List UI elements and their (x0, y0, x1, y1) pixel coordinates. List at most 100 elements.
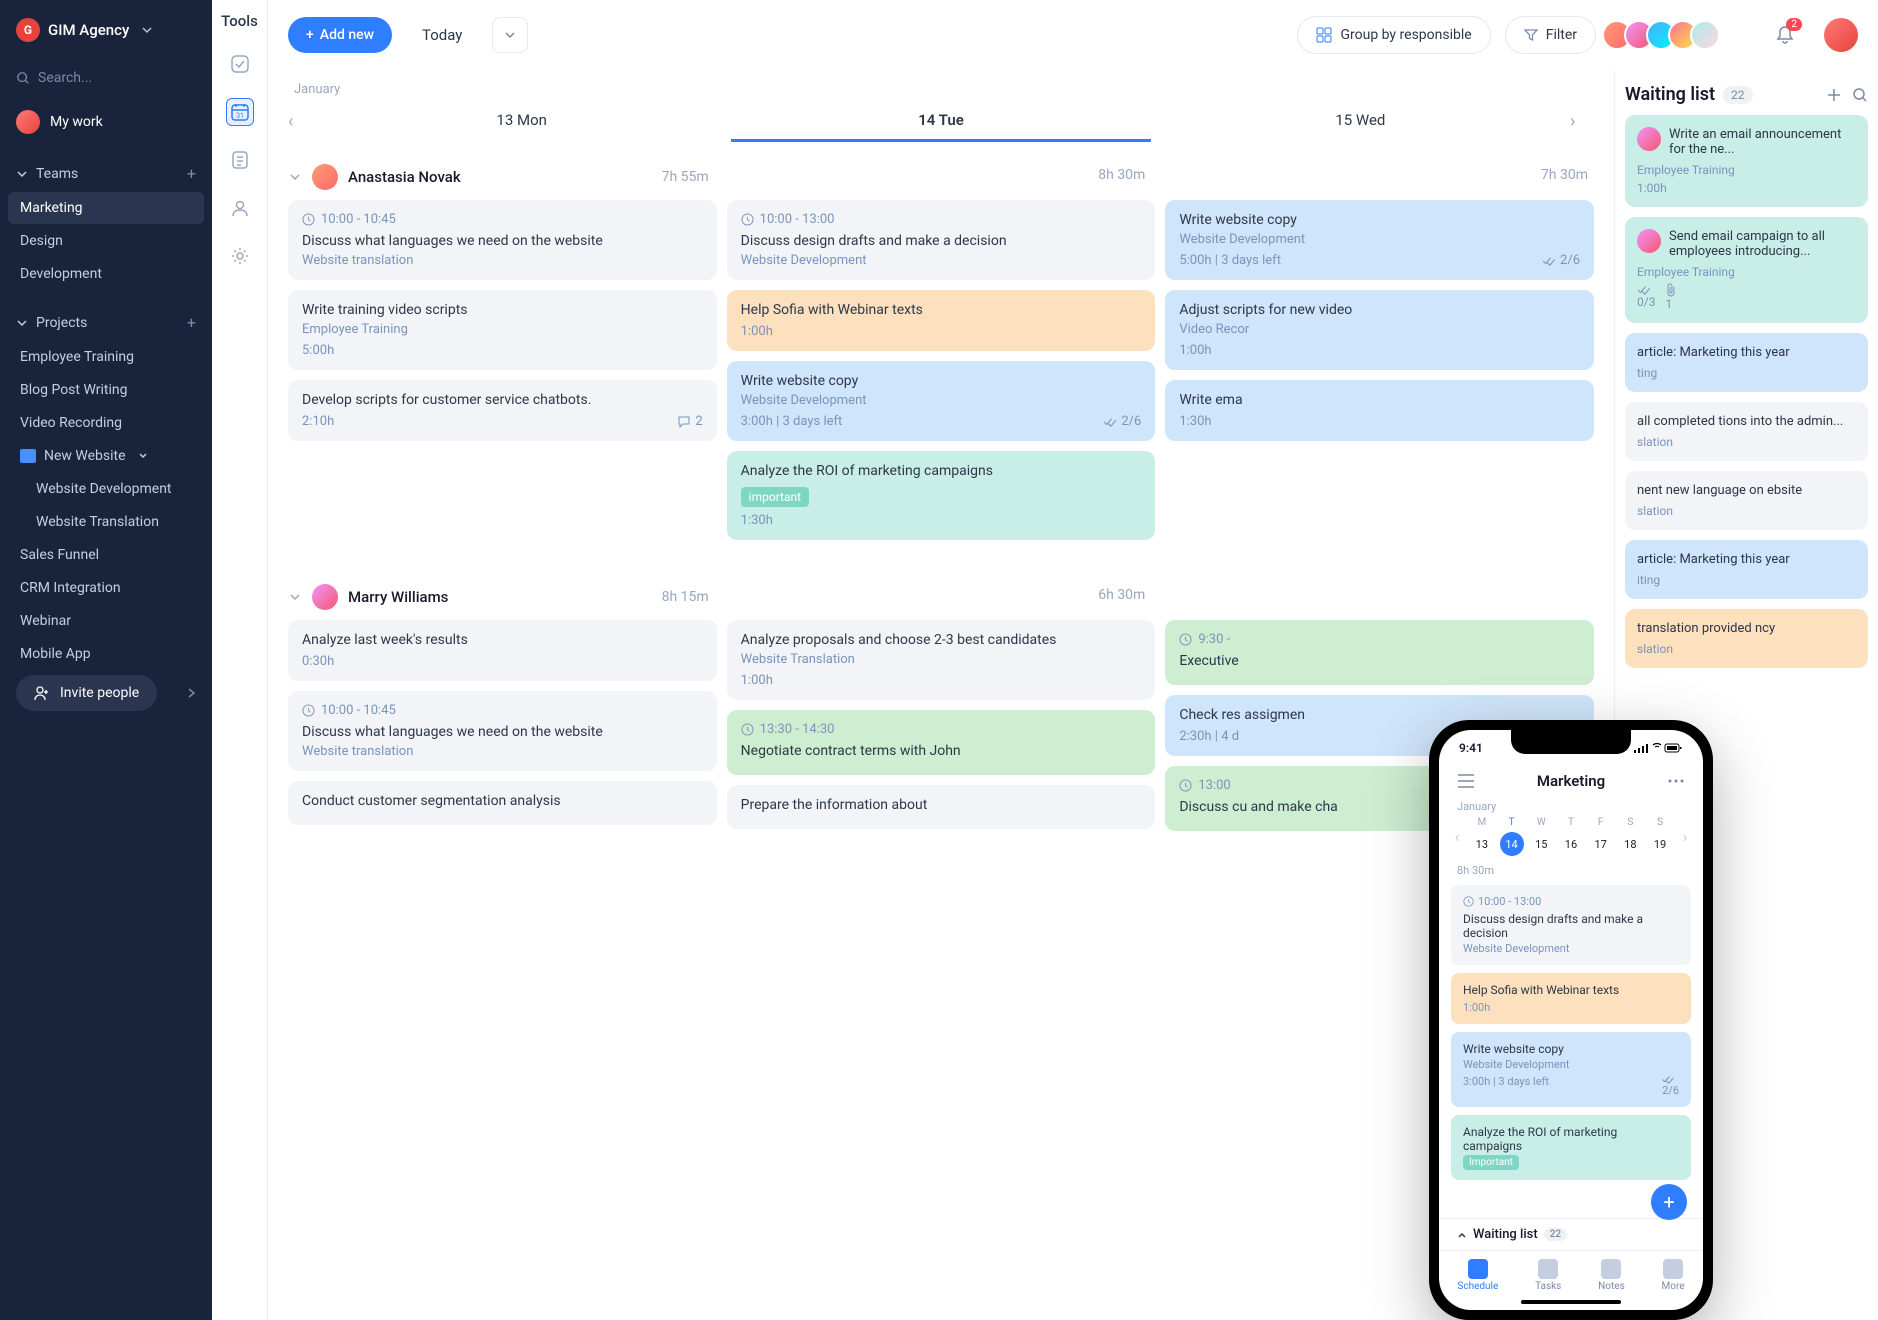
task-card[interactable]: Analyze proposals and choose 2-3 best ca… (727, 620, 1156, 700)
assignee-avatars[interactable] (1610, 20, 1720, 50)
sidebar-project[interactable]: Mobile App (8, 638, 204, 670)
phone-day[interactable]: S18 (1618, 817, 1642, 856)
phone-task-card[interactable]: Write website copyWebsite Development3:0… (1451, 1032, 1691, 1107)
add-waiting-icon[interactable] (1826, 87, 1842, 103)
folder-icon (20, 449, 36, 463)
teams-header[interactable]: Teams + (8, 156, 204, 191)
sidebar-project[interactable]: Employee Training (8, 341, 204, 373)
checklist-icon[interactable] (226, 50, 254, 78)
filter-button[interactable]: Filter (1505, 16, 1596, 54)
phone-menu-icon[interactable] (1457, 774, 1475, 788)
add-new-button[interactable]: + Add new (288, 17, 392, 53)
task-card[interactable]: Write website copyWebsite Development5:0… (1165, 200, 1594, 280)
waiting-card[interactable]: article: Marketing this yearting (1625, 333, 1868, 392)
person-header[interactable]: Marry Williams8h 15m (288, 570, 709, 620)
collapse-sidebar-icon[interactable] (186, 686, 196, 700)
settings-icon[interactable] (226, 242, 254, 270)
sidebar-project[interactable]: CRM Integration (8, 572, 204, 604)
sidebar-team[interactable]: Development (8, 258, 204, 290)
mywork-link[interactable]: My work (8, 102, 204, 142)
tab-icon (1468, 1259, 1488, 1279)
invite-button[interactable]: Invite people (16, 675, 157, 711)
phone-task-card[interactable]: 10:00 - 13:00Discuss design drafts and m… (1451, 885, 1691, 965)
search-waiting-icon[interactable] (1852, 87, 1868, 103)
task-card[interactable]: 13:30 - 14:30Negotiate contract terms wi… (727, 710, 1156, 775)
sidebar-team[interactable]: Design (8, 225, 204, 257)
notification-badge: 2 (1786, 18, 1802, 31)
phone-tab[interactable]: More (1662, 1259, 1685, 1292)
task-card[interactable]: Adjust scripts for new videoVideo Recor1… (1165, 290, 1594, 370)
add-team-icon[interactable]: + (187, 164, 196, 183)
phone-tab[interactable]: Schedule (1457, 1259, 1498, 1292)
waiting-card[interactable]: nent new language on ebsiteslation (1625, 471, 1868, 530)
task-title: Executive (1179, 653, 1580, 669)
task-card[interactable]: Analyze last week's results0:30h (288, 620, 717, 681)
phone-more-icon[interactable] (1667, 778, 1685, 784)
sidebar-subproject[interactable]: Website Development (8, 473, 204, 505)
notifications-button[interactable]: 2 (1774, 24, 1796, 46)
notes-icon[interactable] (226, 146, 254, 174)
waiting-card[interactable]: Write an email announcement for the ne..… (1625, 115, 1868, 207)
task-card[interactable]: Help Sofia with Webinar texts1:00h (727, 290, 1156, 351)
next-day-button[interactable]: › (1570, 111, 1594, 132)
date-column-header[interactable]: 13 Mon (312, 101, 731, 142)
phone-day[interactable]: S19 (1648, 817, 1672, 856)
phone-day[interactable]: F17 (1589, 817, 1613, 856)
phone-day[interactable]: T14 (1500, 817, 1524, 856)
group-by-button[interactable]: Group by responsible (1297, 16, 1490, 54)
task-card[interactable]: Develop scripts for customer service cha… (288, 380, 717, 441)
agency-switcher[interactable]: G GIM Agency (8, 12, 204, 48)
phone-tab[interactable]: Notes (1598, 1259, 1625, 1292)
task-card[interactable]: Analyze the ROI of marketing campaignsim… (727, 451, 1156, 540)
phone-day[interactable]: M13 (1470, 817, 1494, 856)
prev-day-button[interactable]: ‹ (288, 111, 312, 132)
add-project-icon[interactable]: + (187, 313, 196, 332)
calendar-icon[interactable]: 31 (226, 98, 254, 126)
waiting-card[interactable]: article: Marketing this yeariting (1625, 540, 1868, 599)
phone-waiting-toggle[interactable]: Waiting list 22 (1439, 1218, 1703, 1250)
date-column-header[interactable]: 15 Wed (1151, 101, 1570, 142)
today-button[interactable]: Today (406, 16, 478, 54)
date-column-header[interactable]: 14 Tue (731, 101, 1150, 142)
sidebar-project-folder[interactable]: New Website (8, 440, 204, 472)
task-card[interactable]: Prepare the information about (727, 785, 1156, 829)
projects-header[interactable]: Projects + (8, 305, 204, 340)
phone-day[interactable]: W15 (1529, 817, 1553, 856)
chevron-down-icon (141, 24, 153, 36)
waiting-count: 22 (1723, 86, 1753, 104)
phone-prev-week[interactable]: ‹ (1447, 827, 1467, 846)
sidebar-project[interactable]: Sales Funnel (8, 539, 204, 571)
task-card[interactable]: Write training video scriptsEmployee Tra… (288, 290, 717, 370)
date-dropdown[interactable] (492, 17, 528, 53)
task-card[interactable]: 10:00 - 10:45Discuss what languages we n… (288, 200, 717, 280)
waiting-card[interactable]: Send email campaign to all employees int… (1625, 217, 1868, 323)
waiting-card[interactable]: translation provided ncyslation (1625, 609, 1868, 668)
user-avatar[interactable] (1824, 18, 1858, 52)
phone-day[interactable]: T16 (1559, 817, 1583, 856)
phone-next-week[interactable]: › (1675, 827, 1695, 846)
sidebar-project[interactable]: Blog Post Writing (8, 374, 204, 406)
task-card[interactable]: Write website copyWebsite Development3:0… (727, 361, 1156, 441)
waiting-card[interactable]: all completed tions into the admin...sla… (1625, 402, 1868, 461)
sidebar-team[interactable]: Marketing (8, 192, 204, 224)
phone-tab[interactable]: Tasks (1535, 1259, 1561, 1292)
sidebar-project[interactable]: Webinar (8, 605, 204, 637)
task-card[interactable]: 10:00 - 13:00Discuss design drafts and m… (727, 200, 1156, 280)
search-input[interactable]: Search... (8, 60, 204, 96)
clock-icon (302, 213, 315, 226)
clock-icon (741, 723, 754, 736)
task-card[interactable]: 10:00 - 10:45Discuss what languages we n… (288, 691, 717, 771)
task-title: Analyze proposals and choose 2-3 best ca… (741, 632, 1142, 648)
task-card[interactable]: Conduct customer segmentation analysis (288, 781, 717, 825)
sidebar-subproject[interactable]: Website Translation (8, 506, 204, 538)
phone-task-card[interactable]: Analyze the ROI of marketing campaignsIm… (1451, 1115, 1691, 1180)
task-card[interactable]: Write ema1:30h (1165, 380, 1594, 441)
phone-task-card[interactable]: Help Sofia with Webinar texts1:00h (1451, 973, 1691, 1024)
task-card[interactable]: 9:30 -Executive (1165, 620, 1594, 685)
waiting-title: translation provided ncy (1637, 621, 1856, 636)
phone-add-button[interactable]: + (1651, 1184, 1687, 1220)
person-header[interactable]: Anastasia Novak7h 55m (288, 150, 709, 200)
sidebar-project[interactable]: Video Recording (8, 407, 204, 439)
people-icon[interactable] (226, 194, 254, 222)
agency-name: GIM Agency (48, 21, 129, 39)
